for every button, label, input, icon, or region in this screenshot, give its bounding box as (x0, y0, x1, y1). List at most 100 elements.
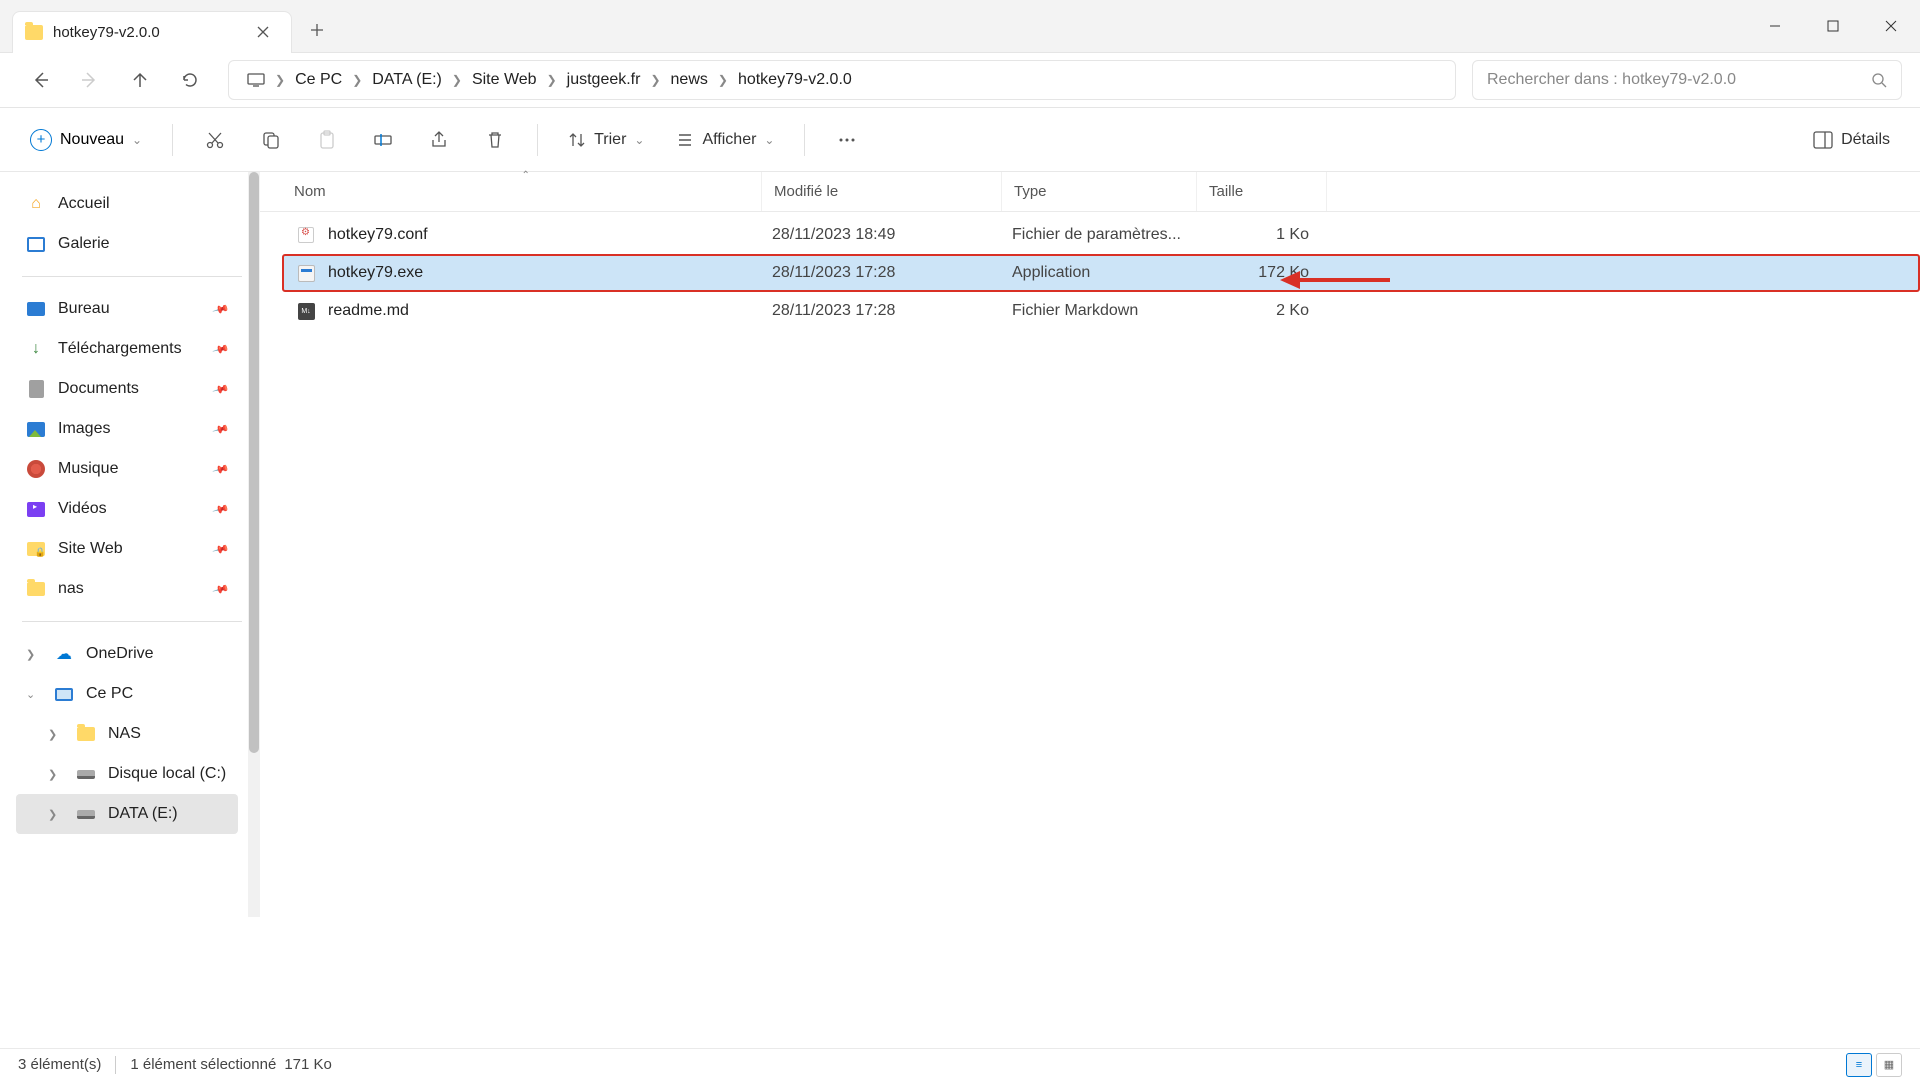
details-pane-icon (1813, 131, 1833, 149)
view-button[interactable]: Afficher ⌄ (664, 125, 786, 155)
file-list: hotkey79.conf 28/11/2023 18:49 Fichier d… (260, 212, 1920, 330)
sidebar-item-music[interactable]: Musique📌 (16, 449, 238, 489)
breadcrumb-item[interactable]: justgeek.fr (557, 61, 651, 99)
details-pane-button[interactable]: Détails (1801, 125, 1902, 155)
active-tab[interactable]: hotkey79-v2.0.0 (12, 11, 292, 53)
chevron-right-icon[interactable]: ❯ (48, 808, 64, 821)
breadcrumb-bar[interactable]: ❯ Ce PC ❯ DATA (E:) ❯ Site Web ❯ justgee… (228, 60, 1456, 100)
chevron-down-icon[interactable]: ⌄ (26, 688, 42, 701)
file-row[interactable]: hotkey79.exe 28/11/2023 17:28 Applicatio… (282, 254, 1920, 292)
sidebar-item-nas[interactable]: nas📌 (16, 569, 238, 609)
images-icon (26, 419, 46, 439)
sidebar-item-drive-nas[interactable]: ❯NAS (16, 714, 238, 754)
breadcrumb-item[interactable]: Site Web (462, 61, 547, 99)
sidebar-item-images[interactable]: Images📌 (16, 409, 238, 449)
chevron-right-icon[interactable]: ❯ (48, 768, 64, 781)
tab-close-button[interactable] (249, 18, 277, 46)
breadcrumb-item[interactable]: DATA (E:) (362, 61, 452, 99)
breadcrumb-item[interactable]: Ce PC (285, 61, 352, 99)
up-button[interactable] (118, 58, 162, 102)
sidebar-item-onedrive[interactable]: ❯☁OneDrive (16, 634, 238, 674)
back-button[interactable] (18, 58, 62, 102)
chevron-right-icon: ❯ (718, 73, 728, 87)
divider (22, 276, 242, 277)
file-list-area: ⌃Nom Modifié le Type Taille hotkey79.con… (260, 172, 1920, 1048)
column-header-type[interactable]: Type (1002, 172, 1197, 211)
minimize-button[interactable] (1746, 6, 1804, 46)
column-header-name[interactable]: ⌃Nom (282, 172, 762, 211)
breadcrumb-item[interactable]: hotkey79-v2.0.0 (728, 61, 862, 99)
chevron-down-icon: ⌄ (764, 133, 774, 147)
sidebar-item-desktop[interactable]: Bureau📌 (16, 289, 238, 329)
sort-label: Trier (594, 131, 626, 149)
sidebar-label: Site Web (58, 540, 123, 558)
file-type: Fichier de paramètres... (1000, 226, 1195, 244)
sidebar-item-home[interactable]: ⌂Accueil (16, 184, 238, 224)
paste-button[interactable] (303, 120, 351, 160)
scrollbar-thumb[interactable] (249, 172, 259, 753)
sort-button[interactable]: Trier ⌄ (556, 125, 656, 155)
chevron-right-icon[interactable]: ❯ (48, 728, 64, 741)
column-header-size[interactable]: Taille (1197, 172, 1327, 211)
details-label: Détails (1841, 131, 1890, 149)
status-selection: 1 élément sélectionné (130, 1056, 276, 1073)
maximize-button[interactable] (1804, 6, 1862, 46)
pc-icon (54, 684, 74, 704)
refresh-button[interactable] (168, 58, 212, 102)
sidebar-item-gallery[interactable]: Galerie (16, 224, 238, 264)
music-icon (26, 459, 46, 479)
forward-button[interactable] (68, 58, 112, 102)
cloud-icon: ☁ (54, 644, 74, 664)
file-row[interactable]: hotkey79.conf 28/11/2023 18:49 Fichier d… (282, 216, 1920, 254)
separator (115, 1056, 116, 1074)
new-button[interactable]: + Nouveau ⌄ (18, 123, 154, 157)
rename-button[interactable] (359, 120, 407, 160)
sidebar-item-videos[interactable]: Vidéos📌 (16, 489, 238, 529)
breadcrumb-item[interactable]: news (661, 61, 718, 99)
chevron-down-icon: ⌄ (634, 133, 644, 147)
rename-icon (373, 130, 393, 150)
copy-button[interactable] (247, 120, 295, 160)
details-view-button[interactable]: ≡ (1846, 1053, 1872, 1077)
search-box[interactable]: Rechercher dans : hotkey79-v2.0.0 (1472, 60, 1902, 100)
folder-icon (26, 579, 46, 599)
pin-icon: 📌 (212, 300, 230, 318)
file-modified: 28/11/2023 17:28 (760, 264, 1000, 282)
sidebar-item-drive-c[interactable]: ❯Disque local (C:) (16, 754, 238, 794)
desktop-icon (26, 299, 46, 319)
sidebar-item-downloads[interactable]: ↓Téléchargements📌 (16, 329, 238, 369)
sidebar-item-drive-e[interactable]: ❯ DATA (E:) (16, 794, 238, 834)
column-header-modified[interactable]: Modifié le (762, 172, 1002, 211)
ellipsis-icon (837, 130, 857, 150)
sidebar-item-documents[interactable]: Documents📌 (16, 369, 238, 409)
sort-asc-icon: ⌃ (522, 170, 530, 181)
folder-icon (25, 25, 43, 40)
close-window-button[interactable] (1862, 6, 1920, 46)
refresh-icon (181, 71, 199, 89)
file-row[interactable]: M↓readme.md 28/11/2023 17:28 Fichier Mar… (282, 292, 1920, 330)
file-size: 2 Ko (1195, 302, 1321, 320)
chevron-right-icon: ❯ (452, 73, 462, 87)
search-placeholder: Rechercher dans : hotkey79-v2.0.0 (1487, 71, 1871, 89)
address-bar: ❯ Ce PC ❯ DATA (E:) ❯ Site Web ❯ justgee… (0, 53, 1920, 108)
column-label: Type (1014, 183, 1047, 200)
sidebar-label: DATA (E:) (108, 805, 178, 823)
breadcrumb-root[interactable] (237, 61, 275, 99)
more-button[interactable] (823, 120, 871, 160)
icons-view-button[interactable]: ▦ (1876, 1053, 1902, 1077)
new-label: Nouveau (60, 131, 124, 149)
scrollbar-track[interactable] (248, 172, 260, 917)
chevron-down-icon: ⌄ (132, 133, 142, 147)
pin-icon: 📌 (212, 460, 230, 478)
new-tab-button[interactable] (298, 11, 336, 49)
chevron-right-icon[interactable]: ❯ (26, 648, 42, 661)
cut-button[interactable] (191, 120, 239, 160)
sidebar-item-thispc[interactable]: ⌄Ce PC (16, 674, 238, 714)
chevron-right-icon: ❯ (547, 73, 557, 87)
share-button[interactable] (415, 120, 463, 160)
file-name: hotkey79.conf (328, 226, 428, 244)
sidebar-item-siteweb[interactable]: Site Web📌 (16, 529, 238, 569)
conf-file-icon (296, 225, 316, 245)
exe-file-icon (296, 263, 316, 283)
delete-button[interactable] (471, 120, 519, 160)
